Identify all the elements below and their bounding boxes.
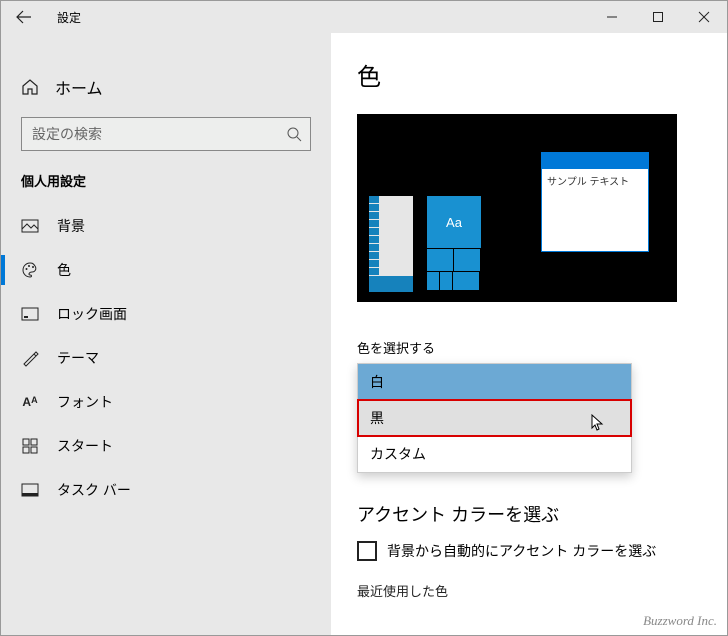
- minimize-button[interactable]: [589, 1, 635, 33]
- maximize-button[interactable]: [635, 1, 681, 33]
- search-input[interactable]: [22, 118, 310, 150]
- sidebar-item-taskbar[interactable]: タスク バー: [1, 468, 331, 512]
- color-mode-dropdown[interactable]: 白 黒 カスタム: [357, 363, 632, 473]
- sidebar-item-fonts[interactable]: AA フォント: [1, 380, 331, 424]
- checkbox-label: 背景から自動的にアクセント カラーを選ぶ: [387, 541, 656, 561]
- dropdown-option-black[interactable]: 黒: [358, 400, 631, 436]
- sidebar-item-label: 色: [57, 260, 71, 280]
- checkbox-icon[interactable]: [357, 541, 377, 561]
- search-icon: [286, 126, 302, 142]
- preview-tile-text: Aa: [427, 196, 481, 248]
- close-icon: [698, 11, 710, 23]
- arrow-left-icon: [16, 9, 32, 25]
- recent-colors-label: 最近使用した色: [357, 581, 701, 600]
- theme-icon: [21, 349, 39, 367]
- preview-sample-window: サンプル テキスト: [541, 152, 649, 252]
- sidebar-item-label: テーマ: [57, 348, 99, 368]
- preview-tiles: Aa: [427, 196, 499, 292]
- option-label: カスタム: [370, 444, 426, 464]
- search-input-wrapper: [21, 117, 311, 151]
- section-header: 個人用設定: [1, 171, 331, 190]
- sidebar-item-label: フォント: [57, 392, 113, 412]
- home-button[interactable]: ホーム: [1, 69, 331, 105]
- sidebar: ホーム 個人用設定 背景 色 ロック画面 テーマ AA フォント: [1, 33, 331, 635]
- accent-color-header: アクセント カラーを選ぶ: [357, 501, 701, 527]
- font-icon: AA: [21, 395, 39, 409]
- sidebar-item-lockscreen[interactable]: ロック画面: [1, 292, 331, 336]
- palette-icon: [21, 261, 39, 279]
- page-title: 色: [357, 57, 701, 92]
- close-button[interactable]: [681, 1, 727, 33]
- home-icon: [21, 78, 39, 96]
- taskbar-icon: [21, 483, 39, 497]
- auto-pick-color-row[interactable]: 背景から自動的にアクセント カラーを選ぶ: [357, 541, 701, 561]
- dropdown-option-white[interactable]: 白: [358, 364, 631, 400]
- maximize-icon: [652, 11, 664, 23]
- sidebar-item-label: ロック画面: [57, 304, 127, 324]
- window-title: 設定: [47, 9, 589, 26]
- cursor-icon: [591, 414, 605, 432]
- sidebar-item-start[interactable]: スタート: [1, 424, 331, 468]
- sidebar-item-label: スタート: [57, 436, 113, 456]
- back-button[interactable]: [1, 1, 47, 33]
- sidebar-item-themes[interactable]: テーマ: [1, 336, 331, 380]
- titlebar: 設定: [1, 1, 727, 33]
- start-icon: [21, 438, 39, 454]
- option-label: 黒: [370, 408, 384, 428]
- option-label: 白: [370, 372, 384, 392]
- preview-sample-text: サンプル テキスト: [542, 169, 648, 192]
- sidebar-item-label: 背景: [57, 216, 85, 236]
- sidebar-item-label: タスク バー: [57, 480, 131, 500]
- home-label: ホーム: [55, 75, 103, 99]
- choose-color-label: 色を選択する: [357, 338, 701, 357]
- watermark: Buzzword Inc.: [643, 613, 717, 629]
- preview-startmenu-list: [369, 196, 413, 292]
- dropdown-option-custom[interactable]: カスタム: [358, 436, 631, 472]
- minimize-icon: [606, 11, 618, 23]
- lockscreen-icon: [21, 307, 39, 321]
- sidebar-item-colors[interactable]: 色: [1, 248, 331, 292]
- preview-area: Aa サンプル テキスト: [357, 114, 677, 302]
- sidebar-item-background[interactable]: 背景: [1, 204, 331, 248]
- picture-icon: [21, 219, 39, 233]
- content-area: 色 Aa サンプル テキスト 色を選択する 白 黒 カスタム ア: [331, 33, 727, 635]
